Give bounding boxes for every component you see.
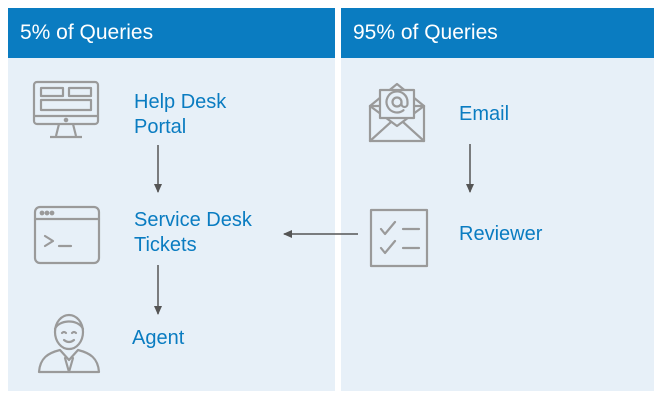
reviewer-label: Reviewer bbox=[459, 223, 543, 245]
help-desk-portal-line1: Help Desk bbox=[134, 91, 227, 113]
right-panel-header: 95% of Queries bbox=[341, 8, 654, 58]
email-envelope-icon bbox=[367, 80, 427, 144]
right-panel: 95% of Queries bbox=[341, 8, 654, 391]
help-desk-portal-line2: Portal bbox=[134, 116, 187, 138]
agent-person-icon bbox=[34, 312, 104, 374]
service-desk-tickets-line1: Service Desk bbox=[134, 209, 252, 231]
help-desk-portal-label: Help Desk Portal bbox=[134, 90, 226, 140]
email-label: Email bbox=[459, 103, 510, 125]
terminal-window-icon bbox=[33, 205, 101, 265]
left-panel-header: 5% of Queries bbox=[8, 8, 335, 58]
service-desk-tickets-line2: Tickets bbox=[134, 234, 197, 256]
desktop-monitor-icon bbox=[32, 80, 100, 142]
checklist-icon bbox=[369, 208, 429, 268]
service-desk-tickets-label: Service Desk Tickets bbox=[134, 208, 252, 258]
agent-label: Agent bbox=[132, 327, 185, 349]
